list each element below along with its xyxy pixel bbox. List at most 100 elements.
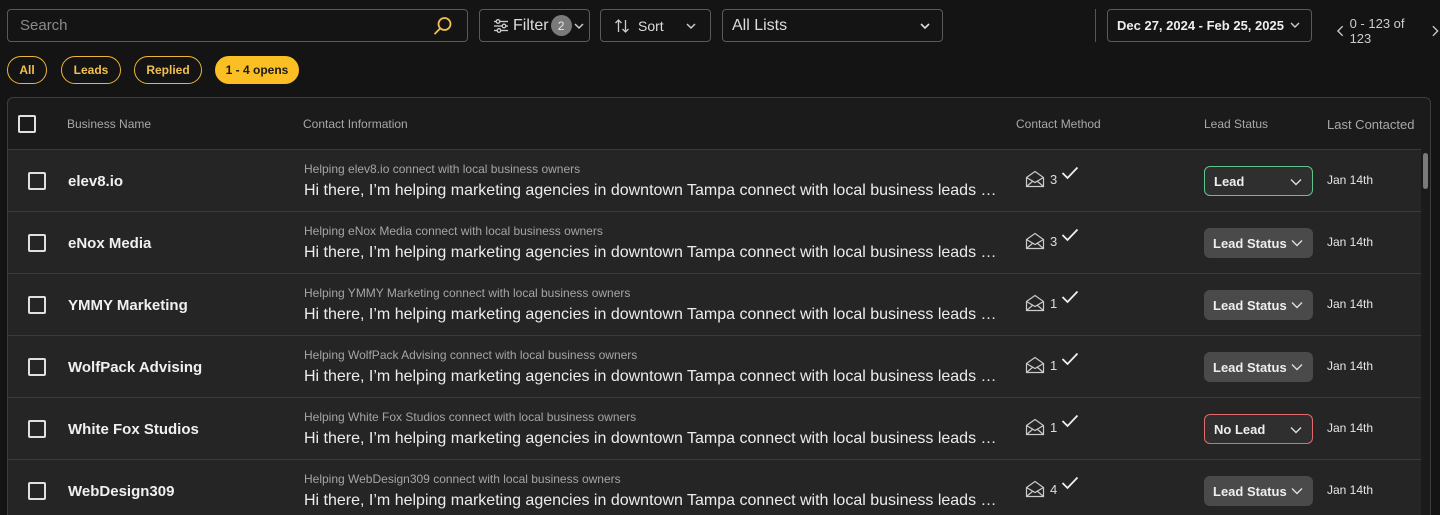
lead-status-dropdown[interactable]: Lead Status	[1204, 228, 1313, 258]
chevron-down-icon	[1291, 364, 1303, 371]
row-checkbox[interactable]	[28, 172, 46, 190]
check-icon	[1062, 476, 1079, 490]
check-icon	[1062, 414, 1079, 428]
envelope-open-icon	[1025, 232, 1045, 250]
message-preview: Hi there, I’m helping marketing agencies…	[304, 306, 1002, 323]
table-row[interactable]: elev8.io Helping elev8.io connect with l…	[8, 149, 1421, 211]
contact-method: 4	[1025, 476, 1079, 498]
lead-status-dropdown[interactable]: Lead Status	[1204, 352, 1313, 382]
message-preview: Hi there, I’m helping marketing agencies…	[304, 430, 1002, 447]
pill-leads[interactable]: Leads	[61, 56, 121, 84]
contact-method: 1	[1025, 290, 1079, 312]
row-checkbox[interactable]	[28, 358, 46, 376]
last-contacted-date: Jan 14th	[1327, 483, 1374, 497]
lead-status-value: Lead	[1214, 173, 1245, 189]
lead-status-dropdown[interactable]: Lead	[1204, 166, 1313, 196]
message-preview: Hi there, I’m helping marketing agencies…	[304, 182, 1002, 199]
table-row[interactable]: YMMY Marketing Helping YMMY Marketing co…	[8, 273, 1421, 335]
table-scrollbar[interactable]	[1423, 153, 1428, 189]
pager-text: 0 - 123 of 123	[1349, 16, 1405, 46]
contact-count: 3	[1050, 171, 1058, 187]
filter-button[interactable]: Filter 2	[479, 9, 590, 42]
last-contacted-date: Jan 14th	[1327, 297, 1374, 311]
lead-status-dropdown[interactable]: No Lead	[1204, 414, 1313, 444]
header-business-name[interactable]: Business Name	[67, 117, 151, 131]
contact-count: 1	[1050, 419, 1058, 435]
chevron-down-icon	[1291, 240, 1303, 247]
message-preview: Hi there, I’m helping marketing agencies…	[304, 492, 1002, 509]
contact-method: 1	[1025, 414, 1079, 436]
chevron-down-icon	[1291, 488, 1303, 495]
check-icon	[1062, 228, 1079, 242]
contact-method: 1	[1025, 352, 1079, 374]
message-subject: Helping WebDesign309 connect with local …	[304, 472, 621, 486]
table-row[interactable]: eNox Media Helping eNox Media connect wi…	[8, 211, 1421, 273]
last-contacted-date: Jan 14th	[1327, 359, 1374, 373]
search-icon[interactable]	[433, 16, 453, 36]
lead-status-dropdown[interactable]: Lead Status	[1204, 476, 1313, 506]
leads-table: Business Name Contact Information Contac…	[7, 97, 1431, 515]
sort-arrows-icon	[615, 18, 629, 33]
search-box[interactable]	[7, 9, 468, 42]
chevron-down-icon	[1290, 427, 1302, 434]
chevron-down-icon	[686, 23, 696, 30]
contact-count: 3	[1050, 233, 1058, 249]
contact-count: 4	[1050, 481, 1058, 497]
date-range-value: Dec 27, 2024 - Feb 25, 2025	[1117, 18, 1284, 33]
lead-status-value: Lead Status	[1213, 297, 1287, 313]
pill-replied[interactable]: Replied	[134, 56, 202, 84]
select-all-checkbox[interactable]	[18, 115, 36, 133]
row-checkbox[interactable]	[28, 296, 46, 314]
header-contact-method[interactable]: Contact Method	[1016, 117, 1101, 131]
header-lead-status[interactable]: Lead Status	[1204, 117, 1268, 131]
lead-status-value: Lead Status	[1213, 235, 1287, 251]
lead-status-value: No Lead	[1214, 421, 1266, 437]
contact-method: 3	[1025, 166, 1079, 188]
chevron-right-icon[interactable]	[1430, 24, 1440, 38]
envelope-open-icon	[1025, 480, 1045, 498]
row-checkbox[interactable]	[28, 482, 46, 500]
list-selected-value: All Lists	[732, 16, 788, 34]
chevron-down-icon	[1290, 22, 1300, 28]
header-last-contacted[interactable]: Last Contacted	[1327, 117, 1414, 132]
table-row[interactable]: White Fox Studios Helping White Fox Stud…	[8, 397, 1421, 459]
header-contact-information[interactable]: Contact Information	[303, 117, 408, 131]
business-name: YMMY Marketing	[68, 297, 188, 314]
message-subject: Helping White Fox Studios connect with l…	[304, 410, 637, 424]
envelope-open-icon	[1025, 170, 1045, 188]
table-row[interactable]: WebDesign309 Helping WebDesign309 connec…	[8, 459, 1421, 515]
chevron-left-icon[interactable]	[1336, 24, 1346, 38]
envelope-open-icon	[1025, 294, 1045, 312]
message-preview: Hi there, I’m helping marketing agencies…	[304, 368, 1002, 385]
business-name: White Fox Studios	[68, 421, 199, 438]
toolbar-divider	[1095, 9, 1096, 42]
row-checkbox[interactable]	[28, 420, 46, 438]
pill-all[interactable]: All	[7, 56, 47, 84]
envelope-open-icon	[1025, 356, 1045, 374]
filter-count-badge: 2	[550, 15, 572, 36]
table-row[interactable]: WolfPack Advising Helping WolfPack Advis…	[8, 335, 1421, 397]
check-icon	[1062, 352, 1079, 366]
date-range-picker[interactable]: Dec 27, 2024 - Feb 25, 2025	[1107, 9, 1312, 42]
pagination: 0 - 123 of 123	[1336, 16, 1440, 46]
list-select[interactable]: All Lists	[722, 9, 943, 42]
lead-status-value: Lead Status	[1213, 359, 1287, 375]
chevron-down-icon	[1291, 302, 1303, 309]
message-subject: Helping elev8.io connect with local busi…	[304, 162, 581, 176]
search-input[interactable]	[20, 17, 420, 34]
chevron-down-icon	[1290, 179, 1302, 186]
business-name: WebDesign309	[68, 483, 175, 500]
last-contacted-date: Jan 14th	[1327, 173, 1374, 187]
lead-status-value: Lead Status	[1213, 483, 1287, 499]
pill-opens[interactable]: 1 - 4 opens	[215, 56, 299, 84]
message-subject: Helping YMMY Marketing connect with loca…	[304, 286, 631, 300]
envelope-open-icon	[1025, 418, 1045, 436]
message-preview: Hi there, I’m helping marketing agencies…	[304, 244, 1002, 261]
business-name: WolfPack Advising	[68, 359, 203, 376]
check-icon	[1062, 166, 1079, 180]
sort-dropdown[interactable]: Sort	[600, 9, 711, 42]
business-name: elev8.io	[68, 173, 124, 190]
message-subject: Helping WolfPack Advising connect with l…	[304, 348, 638, 362]
row-checkbox[interactable]	[28, 234, 46, 252]
lead-status-dropdown[interactable]: Lead Status	[1204, 290, 1313, 320]
